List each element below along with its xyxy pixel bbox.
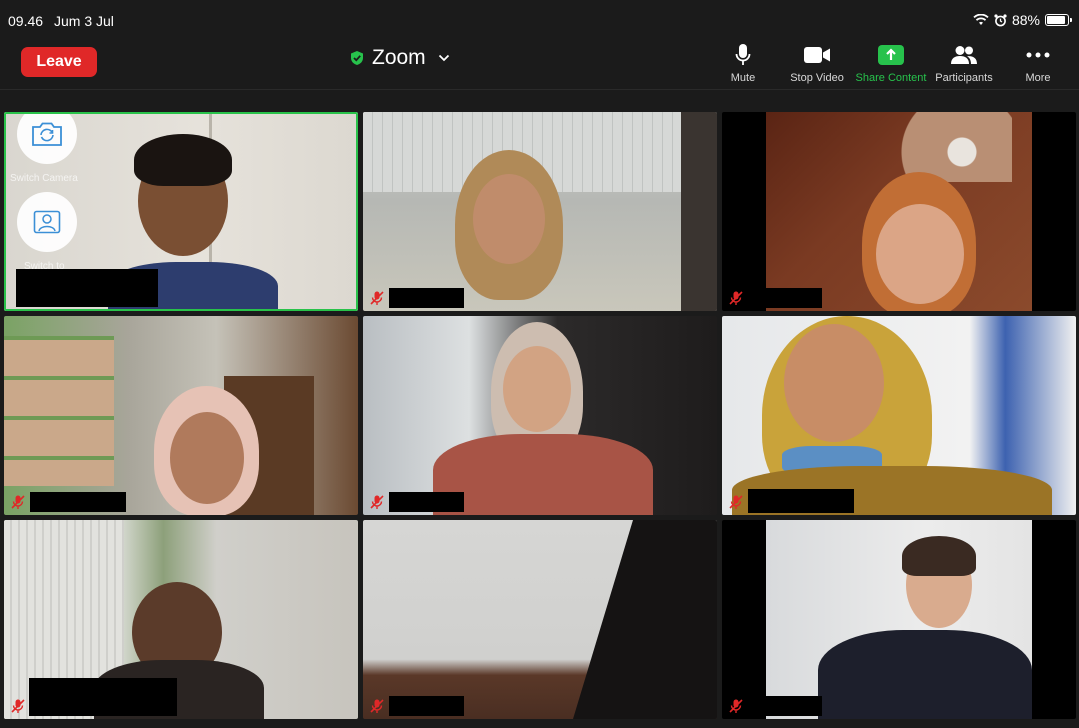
video-tile-participant[interactable]: [722, 316, 1076, 515]
name-label-redacted: [748, 696, 822, 716]
stop-video-label: Stop Video: [790, 72, 844, 84]
participant-body: [818, 630, 1032, 719]
mute-label: Mute: [730, 72, 756, 84]
status-bar: 09.46 Jum 3 Jul 88%: [0, 0, 1079, 40]
muted-mic-icon: [370, 699, 384, 713]
microphone-icon: [735, 44, 751, 65]
battery-icon: [1045, 14, 1072, 26]
muted-mic-icon: [729, 291, 743, 305]
name-label-redacted: [389, 288, 464, 308]
status-indicators: 88%: [973, 12, 1072, 28]
muted-mic-icon: [729, 495, 743, 509]
mute-button[interactable]: Mute: [703, 42, 783, 84]
more-button[interactable]: More: [998, 42, 1078, 84]
video-tile-self[interactable]: Switch Camera Switch to: [4, 112, 358, 311]
name-label-redacted: [29, 678, 177, 716]
meeting-toolbar: Leave Zoom Mute Stop Video Share Content…: [0, 38, 1079, 90]
name-label-redacted: [748, 489, 854, 513]
video-tile-participant[interactable]: [722, 520, 1076, 719]
switch-camera-icon: [32, 122, 62, 146]
participant-figure: [473, 174, 545, 264]
battery-fill: [1047, 16, 1065, 24]
status-date: Jum 3 Jul: [54, 13, 114, 29]
muted-mic-icon: [11, 699, 25, 713]
video-tile-participant[interactable]: [363, 316, 717, 515]
video-tile-participant[interactable]: [4, 520, 358, 719]
encryption-shield-icon: [351, 51, 363, 65]
portrait-frame-icon: [33, 210, 61, 234]
switch-to-button[interactable]: [17, 192, 77, 252]
participants-icon: [951, 46, 977, 64]
muted-mic-icon: [370, 291, 384, 305]
participant-hair: [134, 134, 232, 186]
more-label: More: [1025, 72, 1051, 84]
video-tile-participant[interactable]: [363, 112, 717, 311]
name-label-redacted: [389, 696, 464, 716]
share-arrow-icon: [878, 45, 904, 65]
participant-hair: [902, 536, 976, 576]
battery-percent: 88%: [1011, 12, 1040, 28]
chevron-down-icon: [438, 54, 449, 62]
participants-button[interactable]: Participants: [924, 42, 1004, 84]
video-tile-participant[interactable]: [4, 316, 358, 515]
participant-figure: [784, 324, 884, 442]
share-content-button[interactable]: Share Content: [851, 42, 931, 84]
meeting-title-dropdown[interactable]: Zoom: [350, 46, 450, 70]
name-label-redacted: [16, 269, 158, 307]
participants-label: Participants: [935, 72, 993, 84]
switch-to-label: Switch to: [24, 261, 65, 272]
name-label-redacted: [389, 492, 464, 512]
share-content-label: Share Content: [855, 72, 927, 84]
participant-figure: [170, 412, 244, 504]
video-gallery: Switch Camera Switch to: [4, 112, 1077, 720]
doorway: [681, 112, 717, 311]
switch-camera-label: Switch Camera: [10, 173, 78, 184]
stop-video-button[interactable]: Stop Video: [777, 42, 857, 84]
name-label-redacted: [30, 492, 126, 512]
bookshelf: [4, 336, 114, 486]
participant-figure: [503, 346, 571, 432]
participant-figure: [876, 204, 964, 304]
alarm-icon: [994, 13, 1007, 26]
status-time: 09.46: [8, 13, 44, 29]
name-label-redacted: [748, 288, 822, 308]
leave-button[interactable]: Leave: [21, 47, 97, 77]
video-tile-participant[interactable]: [363, 520, 717, 719]
more-dots-icon: [1026, 52, 1050, 58]
video-tile-participant[interactable]: [722, 112, 1076, 311]
muted-mic-icon: [11, 495, 25, 509]
video-camera-icon: [804, 47, 830, 63]
wifi-icon: [973, 14, 989, 25]
meeting-title: Zoom: [372, 46, 426, 69]
muted-mic-icon: [729, 699, 743, 713]
muted-mic-icon: [370, 495, 384, 509]
ceiling-fan: [892, 112, 1012, 182]
participant-body: [433, 434, 653, 515]
